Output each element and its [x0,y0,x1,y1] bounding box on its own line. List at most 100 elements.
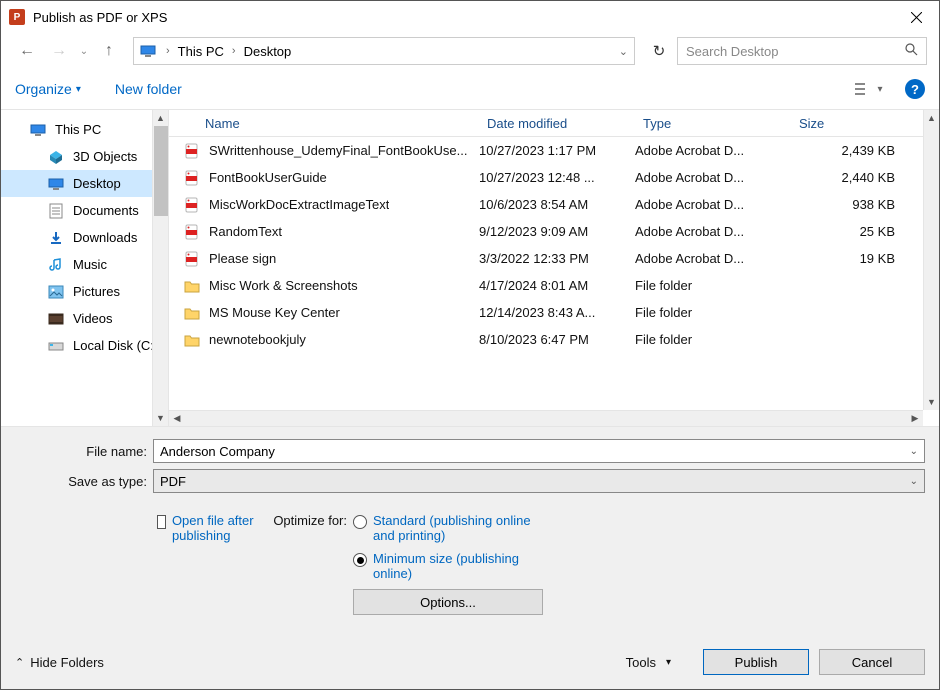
new-folder-button[interactable]: New folder [115,81,182,97]
chevron-right-icon: › [226,45,242,57]
col-size[interactable]: Size [791,116,923,131]
file-type: Adobe Acrobat D... [635,170,791,185]
hide-folders-button[interactable]: ⌃ Hide Folders [15,655,104,670]
scroll-left-icon[interactable]: ◀ [169,411,185,426]
pdf-icon [183,169,201,187]
forward-button[interactable]: → [45,37,73,65]
file-row[interactable]: MS Mouse Key Center12/14/2023 8:43 A...F… [169,299,923,326]
change-view-button[interactable]: ▾ [849,76,889,102]
breadcrumb-root[interactable]: This PC [176,44,226,59]
optimize-standard-radio[interactable]: Standard (publishing online and printing… [353,513,925,543]
breadcrumb-leaf[interactable]: Desktop [242,44,294,59]
sidebar-item-label: Desktop [73,176,121,191]
optimize-label: Optimize for: [255,513,353,615]
file-size: 938 KB [791,197,923,212]
file-type: File folder [635,305,791,320]
file-name: MiscWorkDocExtractImageText [209,197,389,212]
col-date[interactable]: Date modified [479,116,635,131]
sidebar-item-icon [47,149,65,165]
savetype-label: Save as type: [15,474,153,489]
close-button[interactable] [893,1,939,33]
folder-icon [183,304,201,322]
help-button[interactable]: ? [905,79,925,99]
scroll-down-icon[interactable]: ▼ [924,394,939,410]
sidebar-item-icon [47,203,65,219]
sidebar-item-icon [47,311,65,327]
file-row[interactable]: MiscWorkDocExtractImageText10/6/2023 8:5… [169,191,923,218]
sidebar-item-desktop[interactable]: Desktop [1,170,168,197]
tools-menu[interactable]: Tools ▾ [626,655,671,670]
file-row[interactable]: FontBookUserGuide10/27/2023 12:48 ...Ado… [169,164,923,191]
file-type: Adobe Acrobat D... [635,224,791,239]
radio-icon[interactable] [353,553,367,567]
folder-icon [183,331,201,349]
file-scrollbar-vertical[interactable]: ▲ ▼ [923,110,939,410]
sidebar-item-this-pc[interactable]: This PC [1,116,168,143]
breadcrumb[interactable]: › This PC › Desktop ⌄ [133,37,635,65]
nav-row: ← → ⌄ ↑ › This PC › Desktop ⌄ ↻ [1,33,939,69]
file-date: 4/17/2024 8:01 AM [479,278,635,293]
scroll-up-icon[interactable]: ▲ [924,110,939,126]
refresh-button[interactable]: ↻ [645,37,673,65]
sidebar-scrollbar[interactable]: ▲ ▼ [152,110,168,426]
chevron-down-icon: ▾ [76,84,81,95]
sidebar-item-videos[interactable]: Videos [1,305,168,332]
search-box[interactable] [677,37,927,65]
file-size: 19 KB [791,251,923,266]
scroll-down-icon[interactable]: ▼ [153,410,168,426]
scroll-right-icon[interactable]: ▶ [907,411,923,426]
sidebar-item-music[interactable]: Music [1,251,168,278]
sidebar-item-label: Local Disk (C:) [73,338,158,353]
sidebar-item-label: Music [73,257,107,272]
file-name: RandomText [209,224,282,239]
back-button[interactable]: ← [13,37,41,65]
up-button[interactable]: ↑ [95,37,123,65]
file-size: 2,439 KB [791,143,923,158]
chevron-down-icon[interactable]: ⌄ [619,45,628,58]
file-row[interactable]: RandomText9/12/2023 9:09 AMAdobe Acrobat… [169,218,923,245]
file-name: MS Mouse Key Center [209,305,340,320]
pdf-icon [183,196,201,214]
scrollbar-thumb[interactable] [154,126,168,216]
chevron-down-icon[interactable]: ⌄ [910,446,918,457]
sidebar-item-icon [47,230,65,246]
publish-button[interactable]: Publish [703,649,809,675]
chevron-down-icon: ▾ [666,657,671,668]
scroll-up-icon[interactable]: ▲ [153,110,168,126]
pdf-icon [183,223,201,241]
sidebar-item-documents[interactable]: Documents [1,197,168,224]
file-name: Please sign [209,251,276,266]
sidebar-item-downloads[interactable]: Downloads [1,224,168,251]
column-header[interactable]: Name Date modified Type Size [169,110,939,137]
sidebar-item-3d-objects[interactable]: 3D Objects [1,143,168,170]
optimize-minimum-radio[interactable]: Minimum size (publishing online) [353,551,925,581]
col-type[interactable]: Type [635,116,791,131]
file-row[interactable]: Misc Work & Screenshots4/17/2024 8:01 AM… [169,272,923,299]
sidebar-item-pictures[interactable]: Pictures [1,278,168,305]
open-after-checkbox[interactable]: Open file after publishing [157,513,255,543]
col-name[interactable]: Name [169,116,479,131]
file-name: FontBookUserGuide [209,170,327,185]
file-row[interactable]: Please sign3/3/2022 12:33 PMAdobe Acroba… [169,245,923,272]
search-input[interactable] [686,44,905,59]
file-scrollbar-horizontal[interactable]: ◀ ▶ [169,410,923,426]
pdf-icon [183,142,201,160]
radio-icon[interactable] [353,515,367,529]
sidebar-item-icon [29,122,47,138]
sidebar-item-local-disk-c-[interactable]: Local Disk (C:) [1,332,168,359]
options-button[interactable]: Options... [353,589,543,615]
recent-dropdown[interactable]: ⌄ [77,37,91,65]
chevron-up-icon: ⌃ [15,656,24,669]
sidebar-item-icon [47,338,65,354]
file-row[interactable]: SWrittenhouse_UdemyFinal_FontBookUse...1… [169,137,923,164]
cancel-button[interactable]: Cancel [819,649,925,675]
filename-input[interactable]: Anderson Company ⌄ [153,439,925,463]
bottom-panel: File name: Anderson Company ⌄ Save as ty… [1,426,939,689]
savetype-select[interactable]: PDF ⌄ [153,469,925,493]
sidebar-item-icon [47,257,65,273]
organize-menu[interactable]: Organize ▾ [15,81,81,97]
checkbox-icon[interactable] [157,515,166,529]
file-row[interactable]: newnotebookjuly8/10/2023 6:47 PMFile fol… [169,326,923,353]
search-icon[interactable] [905,43,918,59]
chevron-down-icon[interactable]: ⌄ [910,476,918,487]
